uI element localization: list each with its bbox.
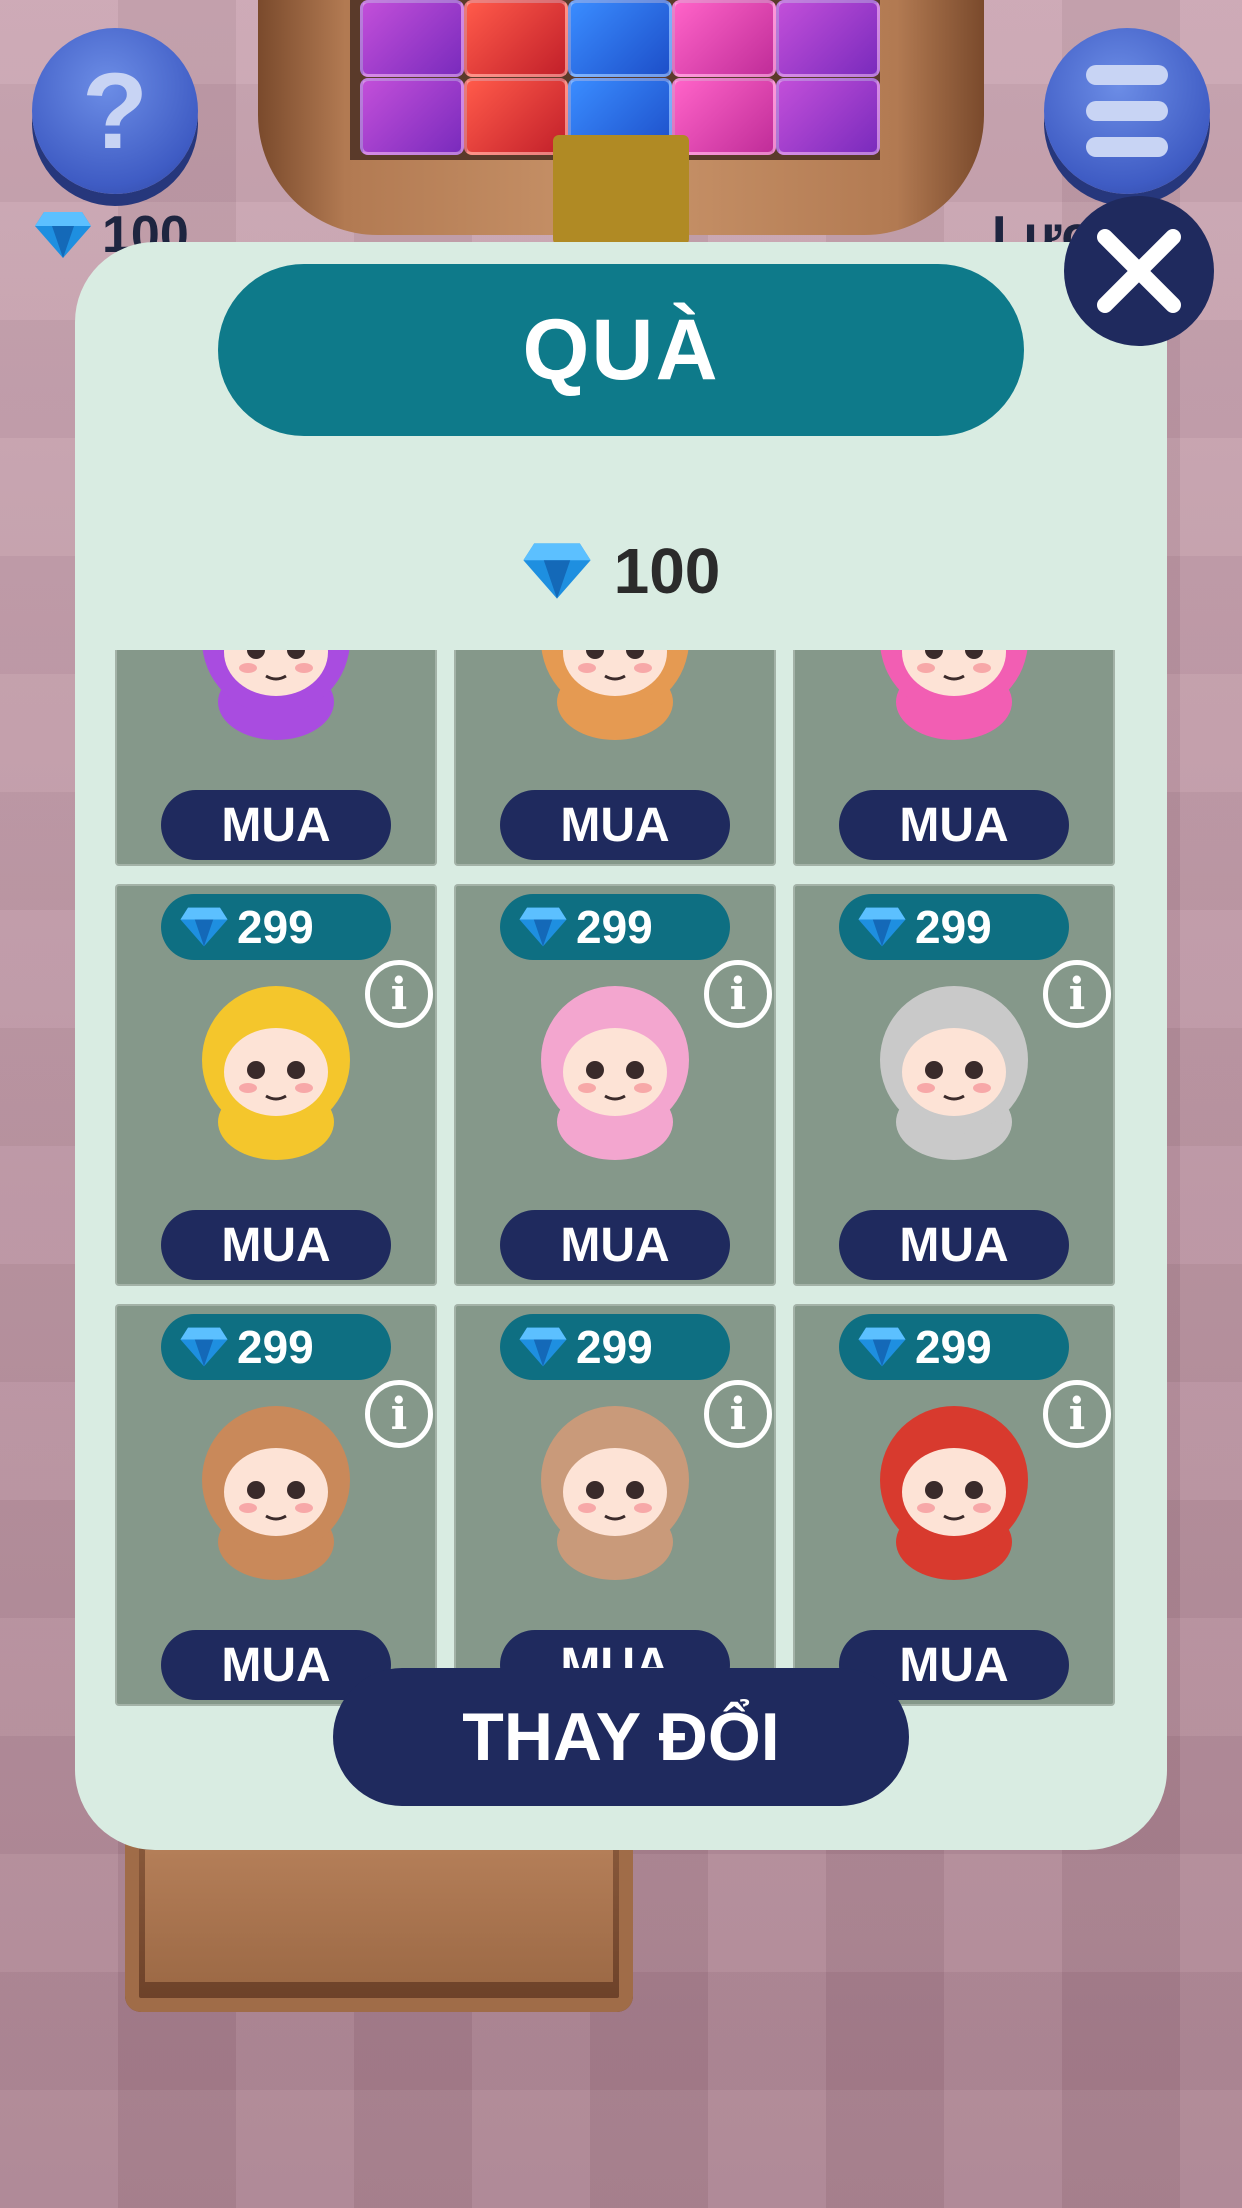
buy-button[interactable]: MUA <box>500 1210 730 1280</box>
close-icon <box>1097 229 1181 313</box>
grey-cat-hood-character <box>880 986 1028 1160</box>
tile <box>776 0 880 77</box>
popup-gem-balance: 100 <box>75 534 1167 608</box>
shop-item-card[interactable]: 299iMUA <box>115 650 437 866</box>
pink-hood-crying-character <box>880 650 1028 740</box>
info-icon[interactable]: i <box>704 1380 772 1448</box>
info-icon[interactable]: i <box>704 960 772 1028</box>
buy-button[interactable]: MUA <box>161 790 391 860</box>
info-icon[interactable]: i <box>1043 1380 1111 1448</box>
buy-button[interactable]: MUA <box>839 1210 1069 1280</box>
price-badge: 299 <box>839 1314 1069 1380</box>
price-value: 299 <box>576 1321 653 1373</box>
box-latch <box>553 135 689 245</box>
price-badge: 299 <box>161 894 391 960</box>
diamond-icon <box>523 543 591 599</box>
question-mark-icon: ? <box>82 50 148 171</box>
diamond-icon <box>519 907 567 947</box>
diamond-icon <box>519 1327 567 1367</box>
shop-item-card[interactable]: 299iMUA <box>115 1304 437 1706</box>
shop-item-card[interactable]: 299 i MUA <box>454 884 776 1286</box>
item-grid: 299 i MUA 299 i MUA 299 i MUA 299 i MUA 299 i MUA 299 i M… <box>115 650 1127 1706</box>
shop-item-card[interactable]: 299 i MUA <box>115 884 437 1286</box>
popup-gem-value: 100 <box>613 535 721 607</box>
shop-item-card[interactable]: 299iMUA <box>793 650 1115 866</box>
buy-button[interactable]: MUA <box>500 790 730 860</box>
tile <box>360 77 464 155</box>
tile <box>672 0 776 77</box>
diamond-icon <box>35 212 91 258</box>
capybara-sunglasses-character <box>541 1406 689 1580</box>
shop-item-card[interactable]: 299 i MUA <box>793 884 1115 1286</box>
buy-button[interactable]: MUA <box>161 1210 391 1280</box>
orange-cat-suit-character <box>541 650 689 740</box>
price-badge: 299 <box>161 1314 391 1380</box>
hamburger-menu-icon <box>1086 65 1168 157</box>
price-value: 299 <box>237 1321 314 1373</box>
shop-item-card[interactable]: 299iMUA <box>454 1304 776 1706</box>
purple-bonnet-character <box>202 650 350 740</box>
price-value: 299 <box>237 901 314 953</box>
price-value: 299 <box>576 901 653 953</box>
shop-item-card[interactable]: 299iMUA <box>793 1304 1115 1706</box>
diamond-icon <box>180 907 228 947</box>
tile-stack <box>360 0 880 155</box>
close-button[interactable] <box>1064 196 1214 346</box>
popup-title: QUÀ <box>218 264 1024 436</box>
tile <box>568 0 672 77</box>
diamond-icon <box>180 1327 228 1367</box>
price-value: 299 <box>915 901 992 953</box>
tile <box>464 0 568 77</box>
info-icon[interactable]: i <box>365 1380 433 1448</box>
diamond-icon <box>858 1327 906 1367</box>
tile <box>360 0 464 77</box>
diamond-icon <box>858 907 906 947</box>
price-value: 299 <box>915 1321 992 1373</box>
price-badge: 299 <box>839 894 1069 960</box>
info-icon[interactable]: i <box>365 960 433 1028</box>
change-button[interactable]: THAY ĐỔI <box>333 1668 909 1806</box>
help-button[interactable]: ? <box>32 28 198 194</box>
gift-shop-popup: QUÀ 100 299iMUA299iMUA299iMUA299iMUA299i… <box>75 242 1167 1850</box>
tile <box>776 77 880 155</box>
brown-dog-character <box>202 1406 350 1580</box>
buy-button[interactable]: MUA <box>839 790 1069 860</box>
shop-item-card[interactable]: 299iMUA <box>454 650 776 866</box>
unicorn-hood-character <box>541 986 689 1160</box>
price-badge: 299 <box>500 894 730 960</box>
info-icon[interactable]: i <box>1043 960 1111 1028</box>
price-badge: 299 <box>500 1314 730 1380</box>
yellow-duck-character <box>202 986 350 1160</box>
menu-button[interactable] <box>1044 28 1210 194</box>
opera-mask-character <box>880 1406 1028 1580</box>
